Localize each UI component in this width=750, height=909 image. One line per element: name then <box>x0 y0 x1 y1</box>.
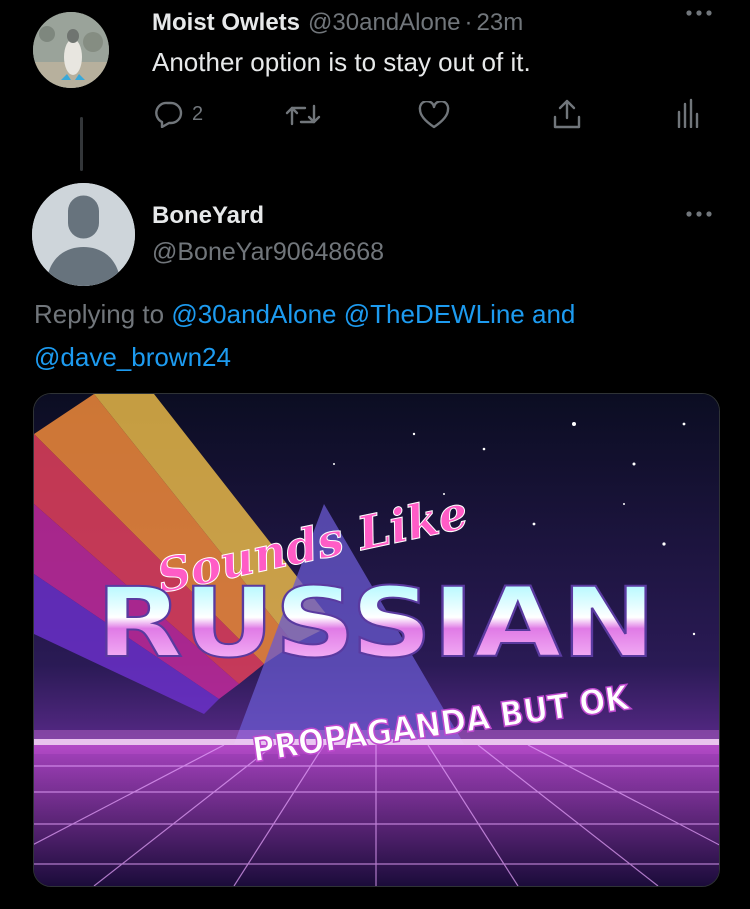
replying-prefix: Replying to <box>34 299 165 329</box>
mention-link[interactable]: @30andAlone <box>171 299 336 329</box>
like-icon <box>418 101 450 129</box>
reply-button[interactable]: 2 <box>154 100 203 128</box>
retweet-button[interactable] <box>285 102 321 128</box>
reply-count: 2 <box>192 102 204 125</box>
mention-link[interactable]: @TheDEWLine <box>344 299 525 329</box>
display-name[interactable]: Moist Owlets <box>152 9 300 37</box>
tweet-media-image[interactable]: Sounds Like RUSSIAN PROPAGANDA BUT OK <box>33 393 720 887</box>
user-handle[interactable]: @30andAlone <box>308 9 460 37</box>
timestamp[interactable]: 23m <box>477 9 524 37</box>
thread-connector <box>80 117 83 171</box>
more-button[interactable] <box>683 6 715 25</box>
meme-text-russian: RUSSIAN <box>96 567 656 679</box>
like-button[interactable] <box>418 101 450 129</box>
reply-icon <box>155 101 183 128</box>
analytics-icon <box>677 98 699 128</box>
avatar-moist-owlets[interactable] <box>33 12 109 88</box>
avatar-image <box>33 12 109 88</box>
retweet-icon <box>285 104 321 126</box>
user-handle[interactable]: @BoneYar90648668 <box>152 238 384 267</box>
replying-to-line-2: @dave_brown24 <box>34 339 231 375</box>
meme-image: Sounds Like RUSSIAN PROPAGANDA BUT OK <box>34 394 719 886</box>
avatar-boneyard[interactable] <box>32 183 135 286</box>
mention-and[interactable]: and <box>532 299 575 329</box>
share-button[interactable] <box>552 98 582 130</box>
more-icon <box>686 10 712 16</box>
share-icon <box>553 99 581 129</box>
default-avatar-icon <box>32 183 135 286</box>
tweet-text: Another option is to stay out of it. <box>152 47 531 77</box>
display-name[interactable]: BoneYard <box>152 202 264 230</box>
separator: · <box>464 9 473 36</box>
tweet1-header: Moist Owlets @30andAlone · 23m <box>152 9 523 37</box>
more-button[interactable] <box>683 207 715 226</box>
mention-link[interactable]: @dave_brown24 <box>34 342 231 372</box>
more-icon <box>686 211 712 217</box>
replying-to-line: Replying to @30andAlone @TheDEWLine and <box>34 296 575 332</box>
analytics-button[interactable] <box>676 98 700 128</box>
